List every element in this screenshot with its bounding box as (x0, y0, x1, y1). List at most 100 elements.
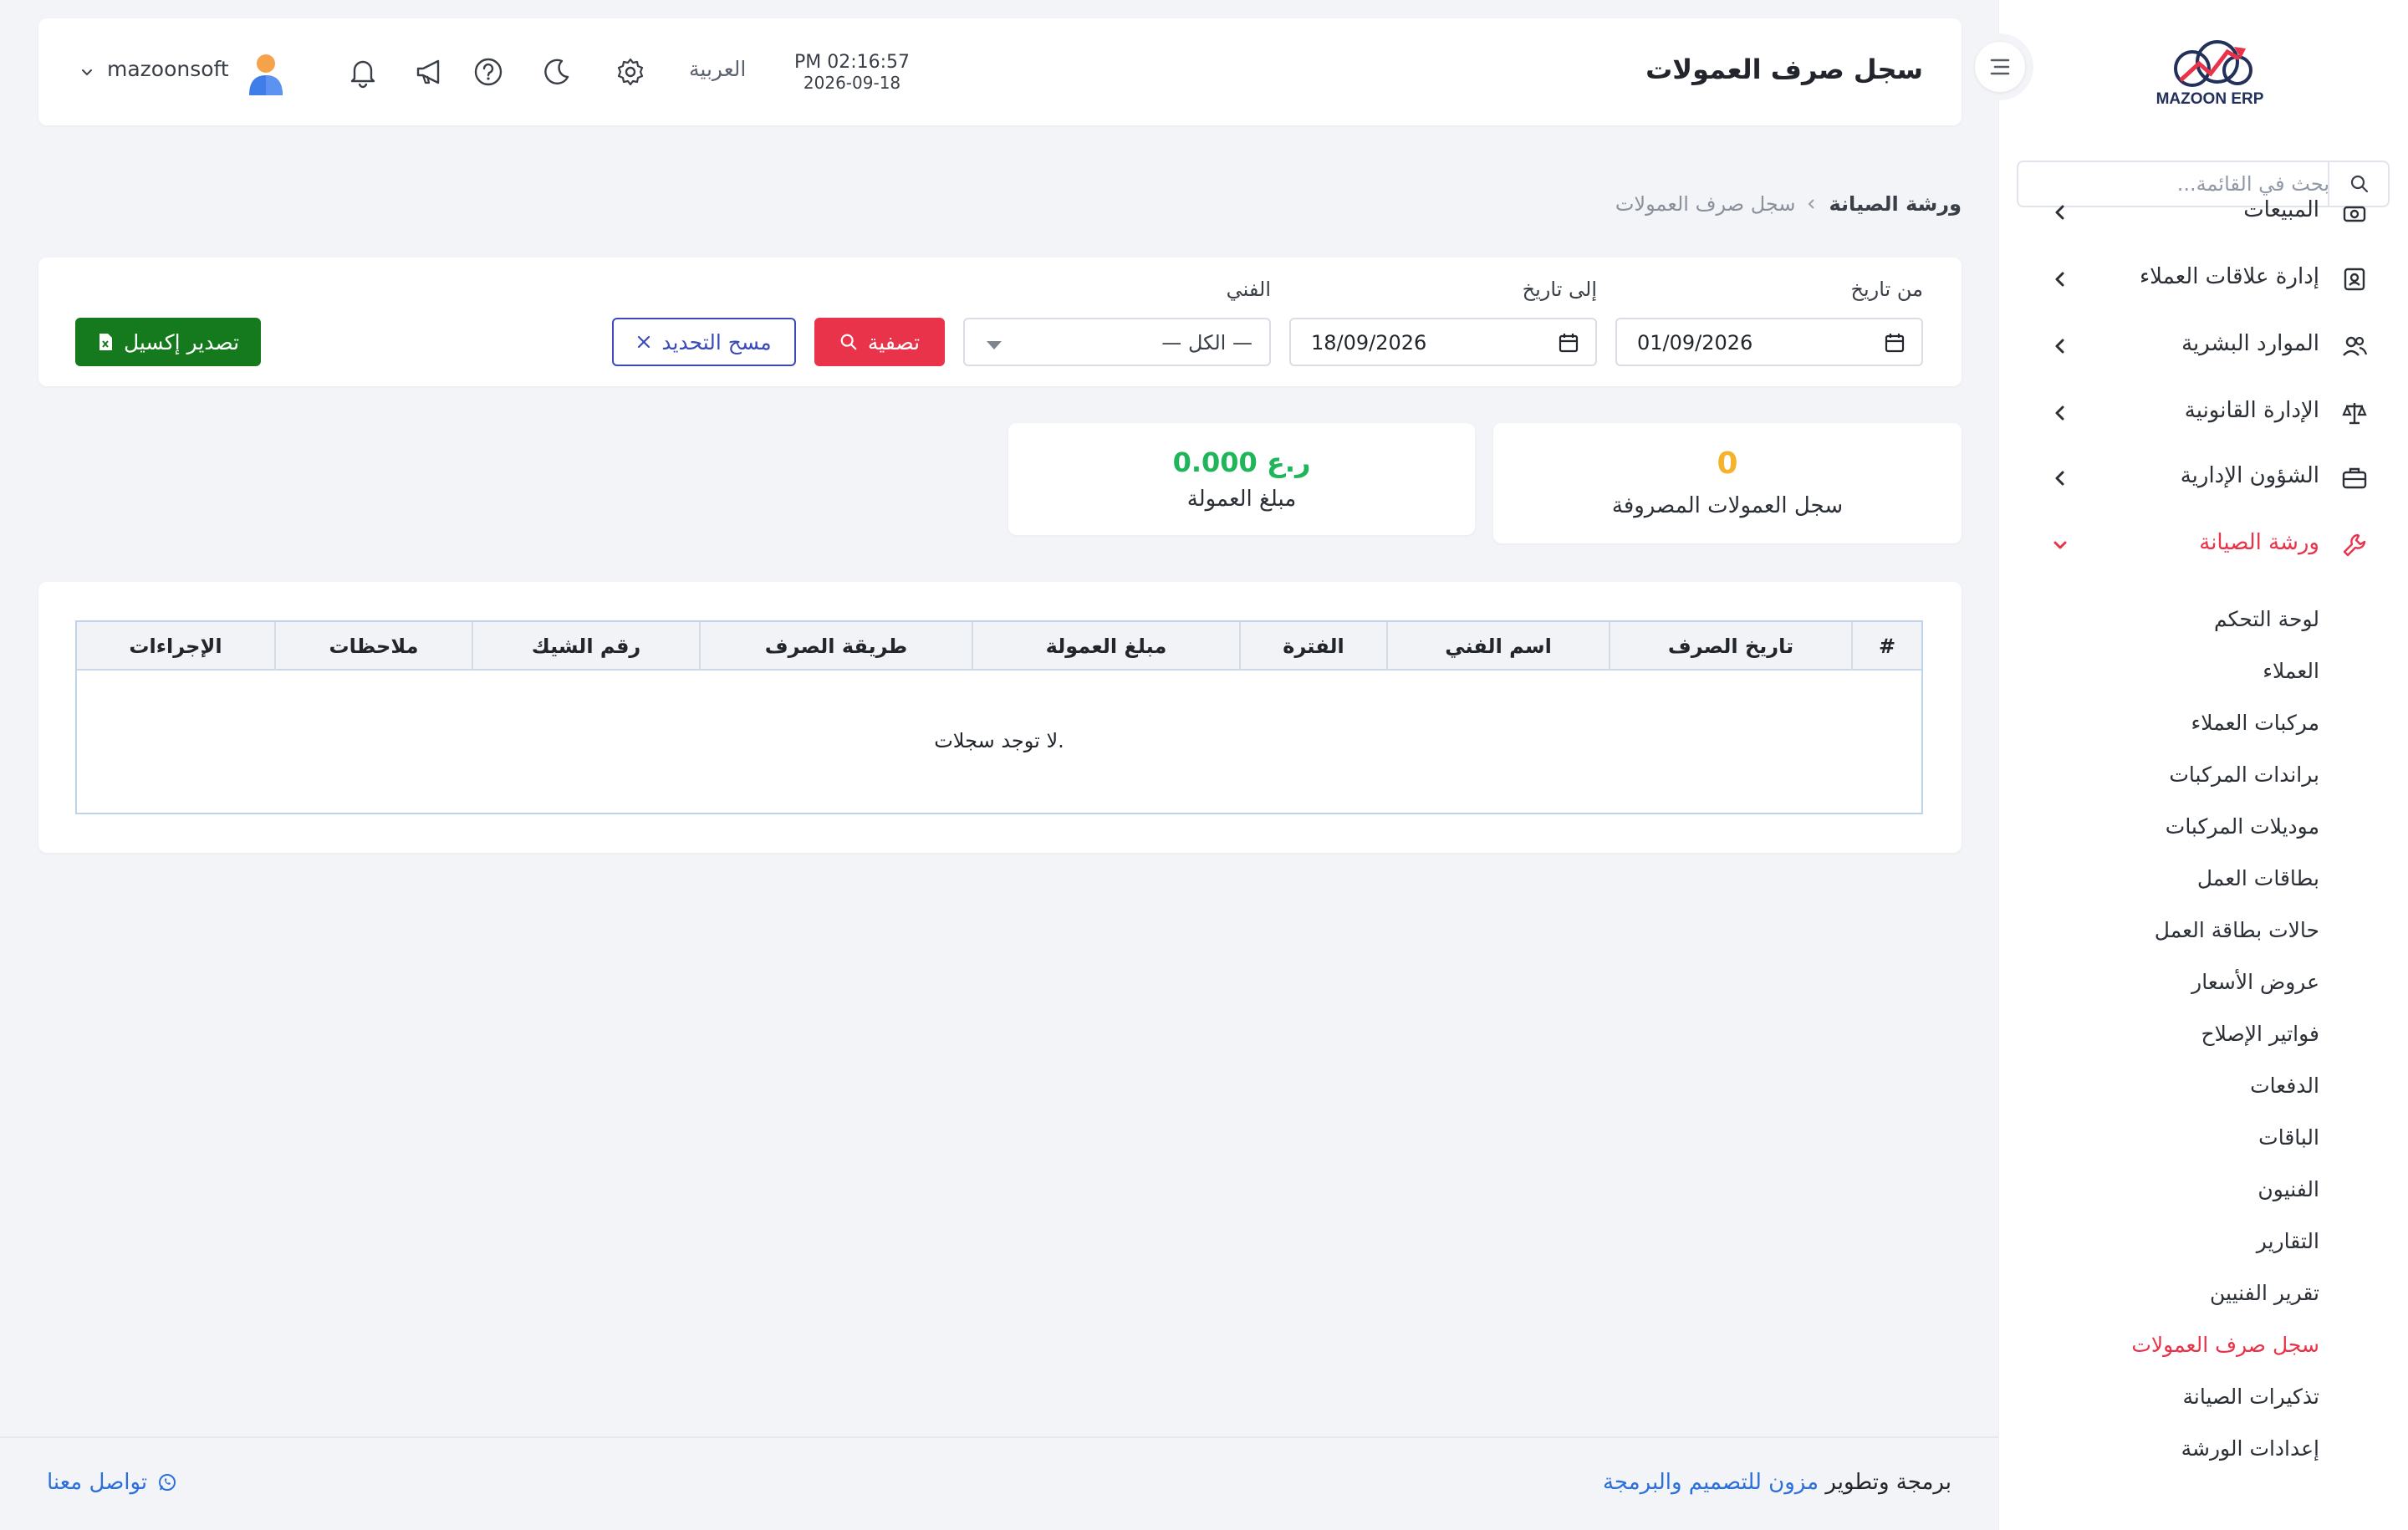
submenu-item-workshop-settings[interactable]: إعدادات الورشة (2181, 1436, 2319, 1461)
export-excel-button[interactable]: تصدير إكسيل (75, 318, 261, 366)
clock: PM 02:16:57 2026-09-18 (794, 52, 910, 93)
reset-button[interactable]: مسح التحديد (612, 318, 796, 366)
empty-state-message: لا توجد سجلات. (934, 729, 1064, 752)
submenu-item-vehicle-brands[interactable]: براندات المركبات (2169, 762, 2319, 787)
sidebar-item-workshop[interactable]: ورشة الصيانة (1998, 520, 2408, 570)
sidebar-item-label: الإدارة القانونية (2184, 398, 2319, 423)
submenu-item-technicians[interactable]: الفنيون (2258, 1177, 2319, 1201)
logo-text: MAZOON ERP (2155, 90, 2264, 108)
submenu-item-customers[interactable]: العملاء (2263, 659, 2319, 683)
clock-time: PM 02:16:57 (794, 52, 911, 73)
submenu-item-reports[interactable]: التقارير (2257, 1229, 2319, 1253)
credit-prefix: برمجة وتطوير (1825, 1470, 1951, 1495)
commissions-table: # تاريخ الصرف اسم الفني الفترة مبلغ العم… (75, 620, 1923, 814)
sidebar-toggle-button[interactable] (1967, 33, 2033, 100)
help-icon[interactable] (472, 55, 505, 89)
export-button-label: تصدير إكسيل (123, 329, 240, 354)
breadcrumb-parent[interactable]: ورشة الصيانة (1829, 192, 1962, 216)
megaphone-icon[interactable] (413, 55, 446, 89)
stat-label: سجل العمولات المصروفة (1611, 493, 1844, 518)
column-header: الإجراءات (129, 635, 222, 658)
submenu-item-packages[interactable]: الباقات (2258, 1125, 2319, 1150)
chevron-left-icon (1805, 197, 1819, 211)
table-body: لا توجد سجلات. (77, 671, 1921, 813)
footer-credit: برمجة وتطوير مزون للتصميم والبرمجة (1603, 1470, 1951, 1495)
username[interactable]: mazoonsoft (107, 57, 229, 81)
submenu-item-payments[interactable]: الدفعات (2250, 1074, 2319, 1098)
chevron-left-icon (2048, 268, 2072, 291)
to-date-input[interactable]: 18/09/2026 (1289, 318, 1597, 366)
credit-link[interactable]: مزون للتصميم والبرمجة (1603, 1470, 1819, 1495)
search-icon (840, 334, 857, 350)
sidebar-item-legal[interactable]: الإدارة القانونية (1998, 388, 2408, 438)
column-header[interactable]: اسم الفني (1386, 622, 1609, 671)
contact-us-link[interactable]: تواصل معنا (47, 1470, 177, 1495)
technician-value: — الكل — (1161, 331, 1252, 354)
to-date-value: 18/09/2026 (1311, 331, 1427, 354)
technician-select[interactable]: — الكل — (963, 318, 1271, 366)
sidebar: MAZOON ERP المبيعات إدارة علاقات العملاء (1998, 0, 2408, 1530)
submenu-item-customer-vehicles[interactable]: مركبات العملاء (2191, 711, 2319, 735)
filter-button[interactable]: تصفية (814, 318, 945, 366)
contact-label: تواصل معنا (47, 1470, 148, 1495)
caret-down-icon (987, 341, 1002, 349)
file-excel-icon (99, 334, 112, 350)
calendar-icon[interactable] (1557, 331, 1580, 354)
submenu-item-job-cards[interactable]: بطاقات العمل (2197, 866, 2319, 890)
column-header[interactable]: ملاحظات (274, 622, 472, 671)
page-title: سجل صرف العمولات (1645, 54, 1923, 85)
submenu-item-repair-invoices[interactable]: فواتير الإصلاح (2201, 1022, 2319, 1046)
language-switcher[interactable]: العربية (689, 57, 746, 81)
from-date-input[interactable]: 01/09/2026 (1615, 318, 1923, 366)
sidebar-item-admin[interactable]: الشؤون الإدارية (1998, 453, 2408, 503)
chevron-left-icon (2048, 201, 2072, 224)
column-header[interactable]: رقم الشيك (472, 622, 699, 671)
column-header[interactable]: تاريخ الصرف (1609, 622, 1851, 671)
submenu-item-technicians-report[interactable]: تقرير الفنيين (2210, 1281, 2319, 1305)
from-date-label: من تاريخ (1850, 278, 1923, 301)
scale-icon (2341, 400, 2368, 426)
sidebar-item-sales[interactable]: المبيعات (1998, 187, 2408, 237)
column-header[interactable]: الفترة (1239, 622, 1386, 671)
from-date-value: 01/09/2026 (1637, 331, 1753, 354)
submenu-item-vehicle-models[interactable]: موديلات المركبات (2166, 814, 2319, 839)
submenu-item-commission-log[interactable]: سجل صرف العمولات (2131, 1333, 2319, 1357)
technician-label: الفني (1226, 278, 1271, 301)
sidebar-item-label: الموارد البشرية (2181, 331, 2319, 356)
sidebar-item-crm[interactable]: إدارة علاقات العملاء (1998, 254, 2408, 304)
wrench-icon (2341, 532, 2368, 558)
stat-card-commissions-count: 0 سجل العمولات المصروفة (1493, 423, 1962, 543)
chevron-down-icon[interactable] (79, 64, 95, 80)
to-date-label: إلى تاريخ (1522, 278, 1597, 301)
bell-icon[interactable] (346, 55, 380, 89)
menu-lines-icon (1990, 59, 2010, 75)
clock-date: 2026-09-18 (803, 73, 901, 93)
sidebar-item-label: إدارة علاقات العملاء (2139, 264, 2319, 289)
gear-icon[interactable] (614, 55, 647, 89)
submenu-item-job-card-statuses[interactable]: حالات بطاقة العمل (2155, 918, 2319, 942)
top-header: سجل صرف العمولات PM 02:16:57 2026-09-18 … (38, 18, 1962, 125)
column-header[interactable]: مبلغ العمولة (972, 622, 1239, 671)
submenu-item-quotations[interactable]: عروض الأسعار (2191, 970, 2319, 994)
reset-button-label: مسح التحديد (661, 329, 772, 354)
table-header: # تاريخ الصرف اسم الفني الفترة مبلغ العم… (77, 622, 1921, 671)
stat-card-commission-amount: 0.000 ر.ع مبلغ العمولة (1008, 423, 1475, 535)
sidebar-item-label: ورشة الصيانة (2199, 530, 2319, 555)
submenu-item-dashboard[interactable]: لوحة التحكم (2214, 607, 2319, 631)
close-icon (638, 335, 650, 349)
user-avatar[interactable] (246, 52, 286, 95)
chevron-down-icon (2048, 533, 2072, 557)
users-icon (2341, 333, 2368, 360)
calendar-icon[interactable] (1883, 331, 1906, 354)
stat-value: 0.000 ر.ع (1172, 446, 1311, 478)
stat-value: 0 (1717, 446, 1738, 481)
column-header[interactable]: طريقة الصرف (699, 622, 972, 671)
filter-button-label: تصفية (867, 329, 921, 354)
sidebar-item-hr[interactable]: الموارد البشرية (1998, 321, 2408, 371)
sidebar-item-label: المبيعات (2243, 197, 2319, 222)
contact-card-icon (2341, 266, 2368, 293)
submenu-item-maintenance-reminders[interactable]: تذكيرات الصيانة (2182, 1385, 2319, 1409)
cash-register-icon (2341, 199, 2368, 226)
moon-icon[interactable] (540, 55, 574, 89)
commissions-table-card: # تاريخ الصرف اسم الفني الفترة مبلغ العم… (38, 582, 1962, 853)
